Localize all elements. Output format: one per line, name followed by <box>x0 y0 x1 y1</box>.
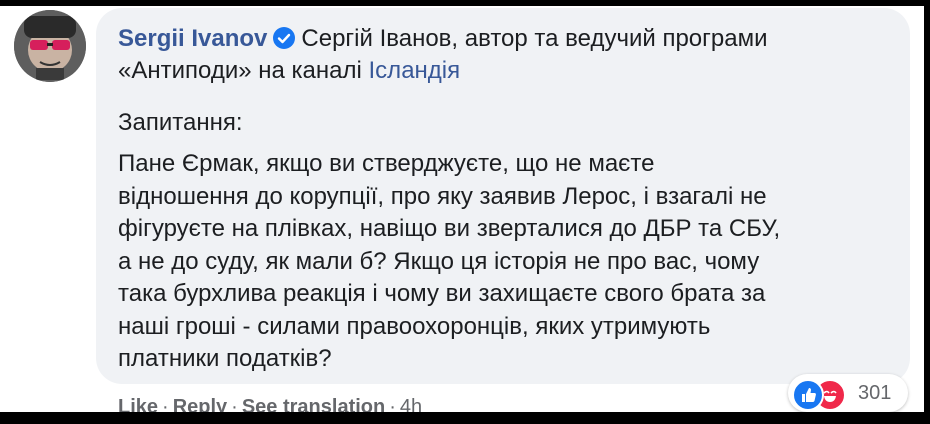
avatar[interactable] <box>14 10 86 82</box>
body-line: Пане Єрмак, якщо ви стверджуєте, що не м… <box>118 150 655 177</box>
like-icon <box>792 379 824 411</box>
body-line: така бурхлива реакція і чому ви захищаєт… <box>118 280 766 307</box>
body-line: фігуруєте на плівках, навіщо ви звертали… <box>118 215 781 242</box>
comment-header-line-2: «Антиподи» на каналі Ісландія <box>118 54 460 88</box>
black-frame-top <box>0 0 930 6</box>
black-frame-right <box>924 0 930 424</box>
comment-header: Sergii Ivanov Сергій Іванов, автор та вед… <box>118 22 898 56</box>
reaction-count: 301 <box>858 381 892 404</box>
body-line: наші гроші - силами правоохоронців, яких… <box>118 312 711 340</box>
channel-link[interactable]: Ісландія <box>369 57 461 84</box>
body-line: а не до суду, як мали б? Якщо ця історія… <box>118 247 760 275</box>
body-line: відношення до корупції, про яку заявив Л… <box>118 182 767 210</box>
body-line: платники податків? <box>118 345 332 372</box>
author-description: Сергій Іванов, автор та ведучий програми <box>301 25 768 52</box>
reactions-summary[interactable]: 301 <box>788 374 908 412</box>
verified-badge-icon <box>273 27 296 49</box>
author-name[interactable]: Sergii Ivanov <box>118 25 267 52</box>
avatar-image <box>14 10 86 82</box>
black-frame-bottom <box>0 412 930 424</box>
reaction-icons <box>792 378 856 411</box>
comment-body: Пане Єрмак, якщо ви стверджуєте, що не м… <box>118 148 898 376</box>
question-label: Запитання: <box>118 109 243 136</box>
channel-prefix: «Антиподи» на каналі <box>118 57 362 84</box>
